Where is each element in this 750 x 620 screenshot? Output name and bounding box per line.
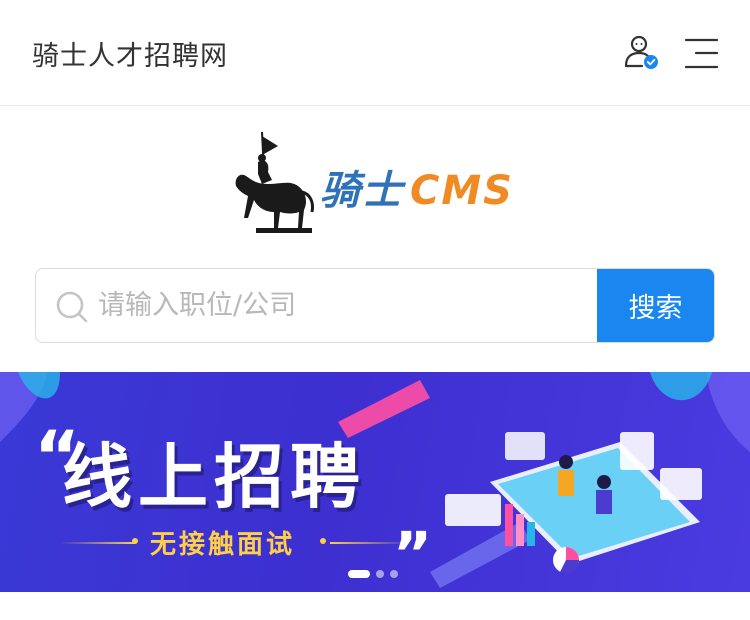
subtitle-dot-right	[320, 538, 326, 544]
search-bar: 搜索	[35, 268, 715, 343]
carousel-dot[interactable]	[348, 570, 370, 578]
logo-wordmark: 骑士 CMS	[320, 158, 514, 216]
carousel-indicators	[348, 570, 398, 578]
banner-subtitle: 无接触面试	[150, 530, 296, 560]
site-logo[interactable]: 骑士 CMS	[228, 128, 528, 236]
promo-banner[interactable]: “ 线上招聘 „ 无接触面试	[0, 372, 750, 592]
search-button[interactable]: 搜索	[597, 269, 714, 342]
user-verified-icon	[624, 35, 658, 69]
hamburger-menu-icon	[684, 38, 719, 69]
subtitle-dot-left	[132, 538, 138, 544]
subtitle-line-right	[330, 542, 410, 544]
carousel-dot[interactable]	[390, 570, 398, 578]
logo-text-main: 骑士	[320, 168, 404, 214]
user-account-button[interactable]	[622, 34, 660, 72]
search-icon	[56, 291, 88, 323]
logo-text-brand: CMS	[410, 168, 514, 214]
site-title[interactable]: 骑士人才招聘网	[32, 34, 228, 73]
menu-button[interactable]	[684, 38, 719, 70]
carousel-dot[interactable]	[376, 570, 384, 578]
search-input[interactable]	[98, 269, 598, 342]
top-header: 骑士人才招聘网	[0, 0, 750, 106]
knight-on-horse-icon	[235, 131, 314, 233]
subtitle-line-left	[60, 542, 135, 544]
banner-headline: 线上招聘	[62, 436, 366, 518]
